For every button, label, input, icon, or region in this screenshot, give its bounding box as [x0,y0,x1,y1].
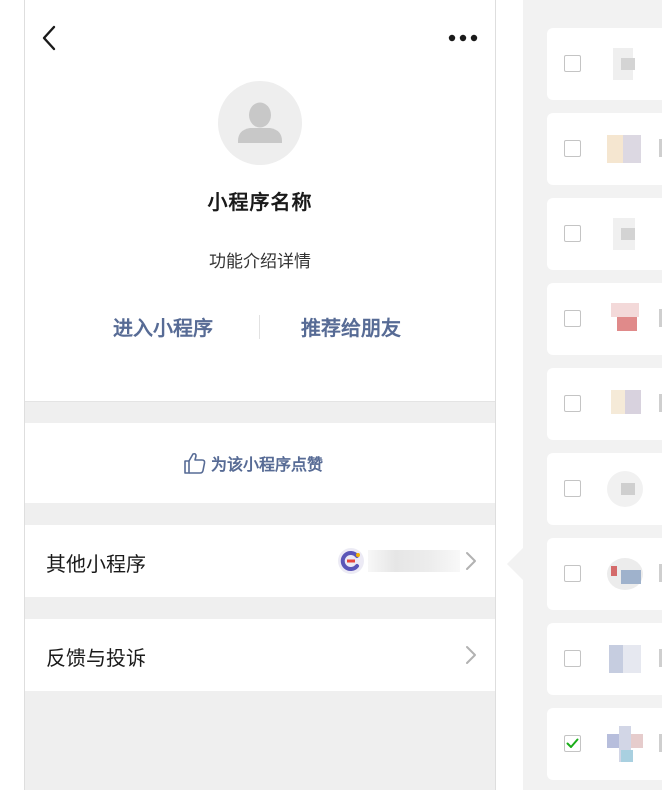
checkmark-icon [566,738,579,748]
like-label: 为该小程序点赞 [211,455,324,474]
more-dots-icon [448,34,478,42]
enter-mini-program-button[interactable]: 进入小程序 [113,312,213,341]
item-thumbnail-blurred [607,724,643,764]
chevron-right-icon [466,646,476,664]
item-checkbox[interactable] [564,650,581,667]
list-item[interactable] [547,708,662,780]
item-thumbnail-blurred [607,299,643,339]
item-thumbnail-blurred [607,554,643,594]
list-item[interactable] [547,113,662,185]
item-thumbnail-blurred [607,214,643,254]
app-name: 小程序名称 [207,190,313,214]
item-thumbnail-blurred [607,639,643,679]
recommend-to-friend-button[interactable]: 推荐给朋友 [301,312,401,341]
other-mini-programs-row[interactable]: 其他小程序 [25,525,495,597]
item-checkbox[interactable] [564,55,581,72]
list-item[interactable] [547,538,662,610]
item-thumbnail-blurred [607,44,643,84]
item-checkbox[interactable] [564,480,581,497]
list-item[interactable] [547,283,662,355]
other-mini-programs-label: 其他小程序 [46,552,146,576]
action-divider [259,315,260,339]
list-item[interactable] [547,453,662,525]
back-button[interactable] [37,22,61,54]
like-button[interactable]: 为该小程序点赞 [183,449,323,477]
like-section: 为该小程序点赞 [25,423,495,503]
item-thumbnail-blurred [607,129,643,169]
list-item[interactable] [547,198,662,270]
list-item[interactable] [547,28,662,100]
item-checkbox[interactable] [564,310,581,327]
app-description: 功能介绍详情 [209,252,311,272]
item-checkbox[interactable] [564,140,581,157]
item-checkbox-checked[interactable] [564,735,581,752]
panel-pointer [507,548,523,580]
user-placeholder-icon [238,102,282,143]
chevron-right-icon [466,552,476,570]
item-checkbox[interactable] [564,225,581,242]
related-app-logo [338,548,364,574]
chevron-left-icon [42,25,56,51]
more-button[interactable] [443,26,483,50]
list-item[interactable] [547,623,662,695]
avatar [218,81,302,165]
list-item[interactable] [547,368,662,440]
item-checkbox[interactable] [564,565,581,582]
item-thumbnail-blurred [607,384,643,424]
thumbs-up-icon [184,452,206,474]
item-checkbox[interactable] [564,395,581,412]
item-thumbnail-blurred [607,469,643,509]
mini-program-profile-screen: 小程序名称 功能介绍详情 进入小程序 推荐给朋友 为该小程序点赞 其他小程序 反… [24,0,496,790]
app-select-list [523,0,662,790]
profile-card: 小程序名称 功能介绍详情 进入小程序 推荐给朋友 [25,0,495,402]
related-app-name-blurred [368,550,460,572]
feedback-label: 反馈与投诉 [46,646,146,670]
feedback-row[interactable]: 反馈与投诉 [25,619,495,691]
